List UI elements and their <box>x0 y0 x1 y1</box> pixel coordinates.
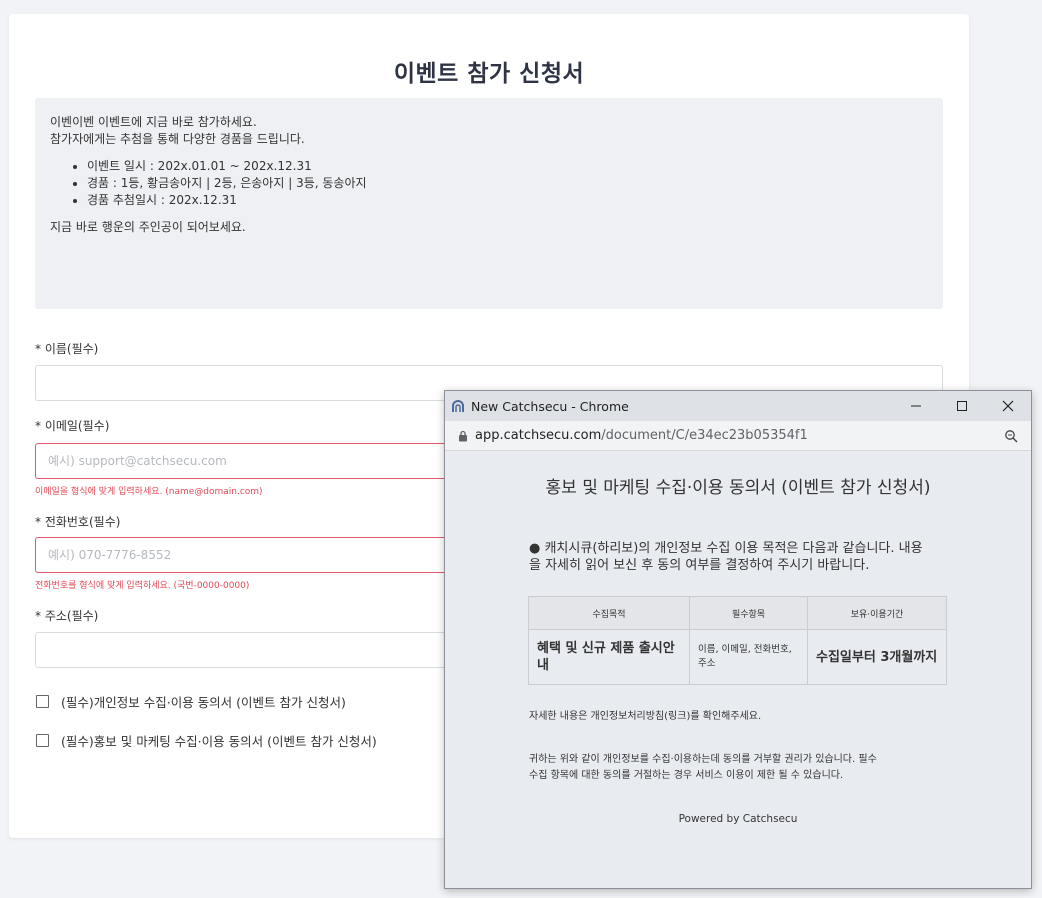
notice-closing: 지금 바로 행운의 주인공이 되어보세요. <box>50 220 246 234</box>
cell-required-items: 이름, 이메일, 전화번호, 주소 <box>689 629 808 685</box>
consent-table-header-row: 수집목적 필수항목 보유·이용기간 <box>528 596 947 630</box>
table-row: 혜택 및 신규 제품 출시안내 이름, 이메일, 전화번호, 주소 수집일부터 … <box>528 629 947 685</box>
consent-title: 홍보 및 마케팅 수집·이용 동의서 (이벤트 참가 신청서) <box>545 478 931 498</box>
notice-list: 이벤트 일시 : 202x.01.01 ~ 202x.12.31 경품 : 1등… <box>50 158 928 209</box>
cell-purpose: 혜택 및 신규 제품 출시안내 <box>528 629 690 685</box>
maximize-icon <box>957 401 967 411</box>
zoom-icon[interactable] <box>1004 429 1018 443</box>
header-retention: 보유·이용기간 <box>807 596 947 630</box>
notice-item-event-date: 이벤트 일시 : 202x.01.01 ~ 202x.12.31 <box>87 158 928 175</box>
window-titlebar[interactable]: New Catchsecu - Chrome <box>445 391 1031 421</box>
minimize-icon <box>911 405 921 407</box>
refusal-rights-note-2: 수집 항목에 대한 동의를 거절하는 경우 서비스 이용이 제한 될 수 있습니… <box>529 770 844 781</box>
url-host: app.catchsecu.com <box>475 428 602 443</box>
privacy-consent-checkbox[interactable] <box>36 695 49 708</box>
notice-item-prizes: 경품 : 1등, 황금송아지 | 2등, 은송아지 | 3등, 동송아지 <box>87 175 928 192</box>
phone-label: * 전화번호(필수) <box>35 515 121 529</box>
powered-by: Powered by Catchsecu <box>678 813 798 825</box>
lock-icon <box>459 430 467 441</box>
address-label: * 주소(필수) <box>35 609 99 623</box>
cell-retention: 수집일부터 3개월까지 <box>807 629 947 685</box>
privacy-consent-row[interactable]: (필수)개인정보 수집·이용 동의서 (이벤트 참가 신청서) <box>36 692 346 711</box>
consent-table: 수집목적 필수항목 보유·이용기간 혜택 및 신규 제품 출시안내 이름, 이메… <box>528 596 947 685</box>
notice-line-1: 이벤이벤 이벤트에 지금 바로 참가하세요. <box>50 115 257 129</box>
window-title: New Catchsecu - Chrome <box>471 398 629 414</box>
consent-intro: ● 캐치시큐(하리보)의 개인정보 수집 이용 목적은 다음과 같습니다. 내용… <box>529 541 923 573</box>
header-required-items: 필수항목 <box>689 596 808 630</box>
url-text[interactable]: app.catchsecu.com/document/C/e34ec23b053… <box>475 428 808 443</box>
notice-line-2: 참가자에게는 추첨을 통해 다양한 경품을 드립니다. <box>50 132 305 146</box>
privacy-consent-label[interactable]: (필수)개인정보 수집·이용 동의서 (이벤트 참가 신청서) <box>61 692 346 711</box>
consent-document: 홍보 및 마케팅 수집·이용 동의서 (이벤트 참가 신청서) ● 캐치시큐(하… <box>445 451 1031 888</box>
close-icon <box>1002 400 1014 412</box>
marketing-consent-label[interactable]: (필수)홍보 및 마케팅 수집·이용 동의서 (이벤트 참가 신청서) <box>61 731 377 750</box>
email-error-message: 이메일을 형식에 맞게 입력하세요. (name@domain.com) <box>35 487 263 497</box>
name-label: * 이름(필수) <box>35 342 99 356</box>
marketing-consent-row[interactable]: (필수)홍보 및 마케팅 수집·이용 동의서 (이벤트 참가 신청서) <box>36 731 377 750</box>
phone-error-message: 전화번호를 형식에 맞게 입력하세요. (국번-0000-0000) <box>35 581 250 591</box>
url-path: /document/C/e34ec23b05354f1 <box>601 428 808 443</box>
chrome-popup-window: New Catchsecu - Chrome app.catchsecu.com… <box>444 390 1032 889</box>
header-purpose: 수집목적 <box>528 596 690 630</box>
marketing-consent-checkbox[interactable] <box>36 734 49 747</box>
notice-item-draw-date: 경품 추첨일시 : 202x.12.31 <box>87 192 928 209</box>
event-notice-box: 이벤이벤 이벤트에 지금 바로 참가하세요. 참가자에게는 추첨을 통해 다양한… <box>35 98 943 309</box>
catchsecu-logo-icon <box>452 400 464 412</box>
minimize-button[interactable] <box>893 391 939 421</box>
maximize-button[interactable] <box>939 391 985 421</box>
refusal-rights-note-1: 귀하는 위와 같이 개인정보를 수집·이용하는데 동의를 거부할 권리가 있습니… <box>529 754 877 765</box>
privacy-policy-note: 자세한 내용은 개인정보처리방침(링크)를 확인해주세요. <box>529 711 762 722</box>
close-button[interactable] <box>985 391 1031 421</box>
address-bar[interactable]: app.catchsecu.com/document/C/e34ec23b053… <box>445 421 1031 451</box>
email-label: * 이메일(필수) <box>35 419 110 433</box>
page-title: 이벤트 참가 신청서 <box>393 61 585 87</box>
